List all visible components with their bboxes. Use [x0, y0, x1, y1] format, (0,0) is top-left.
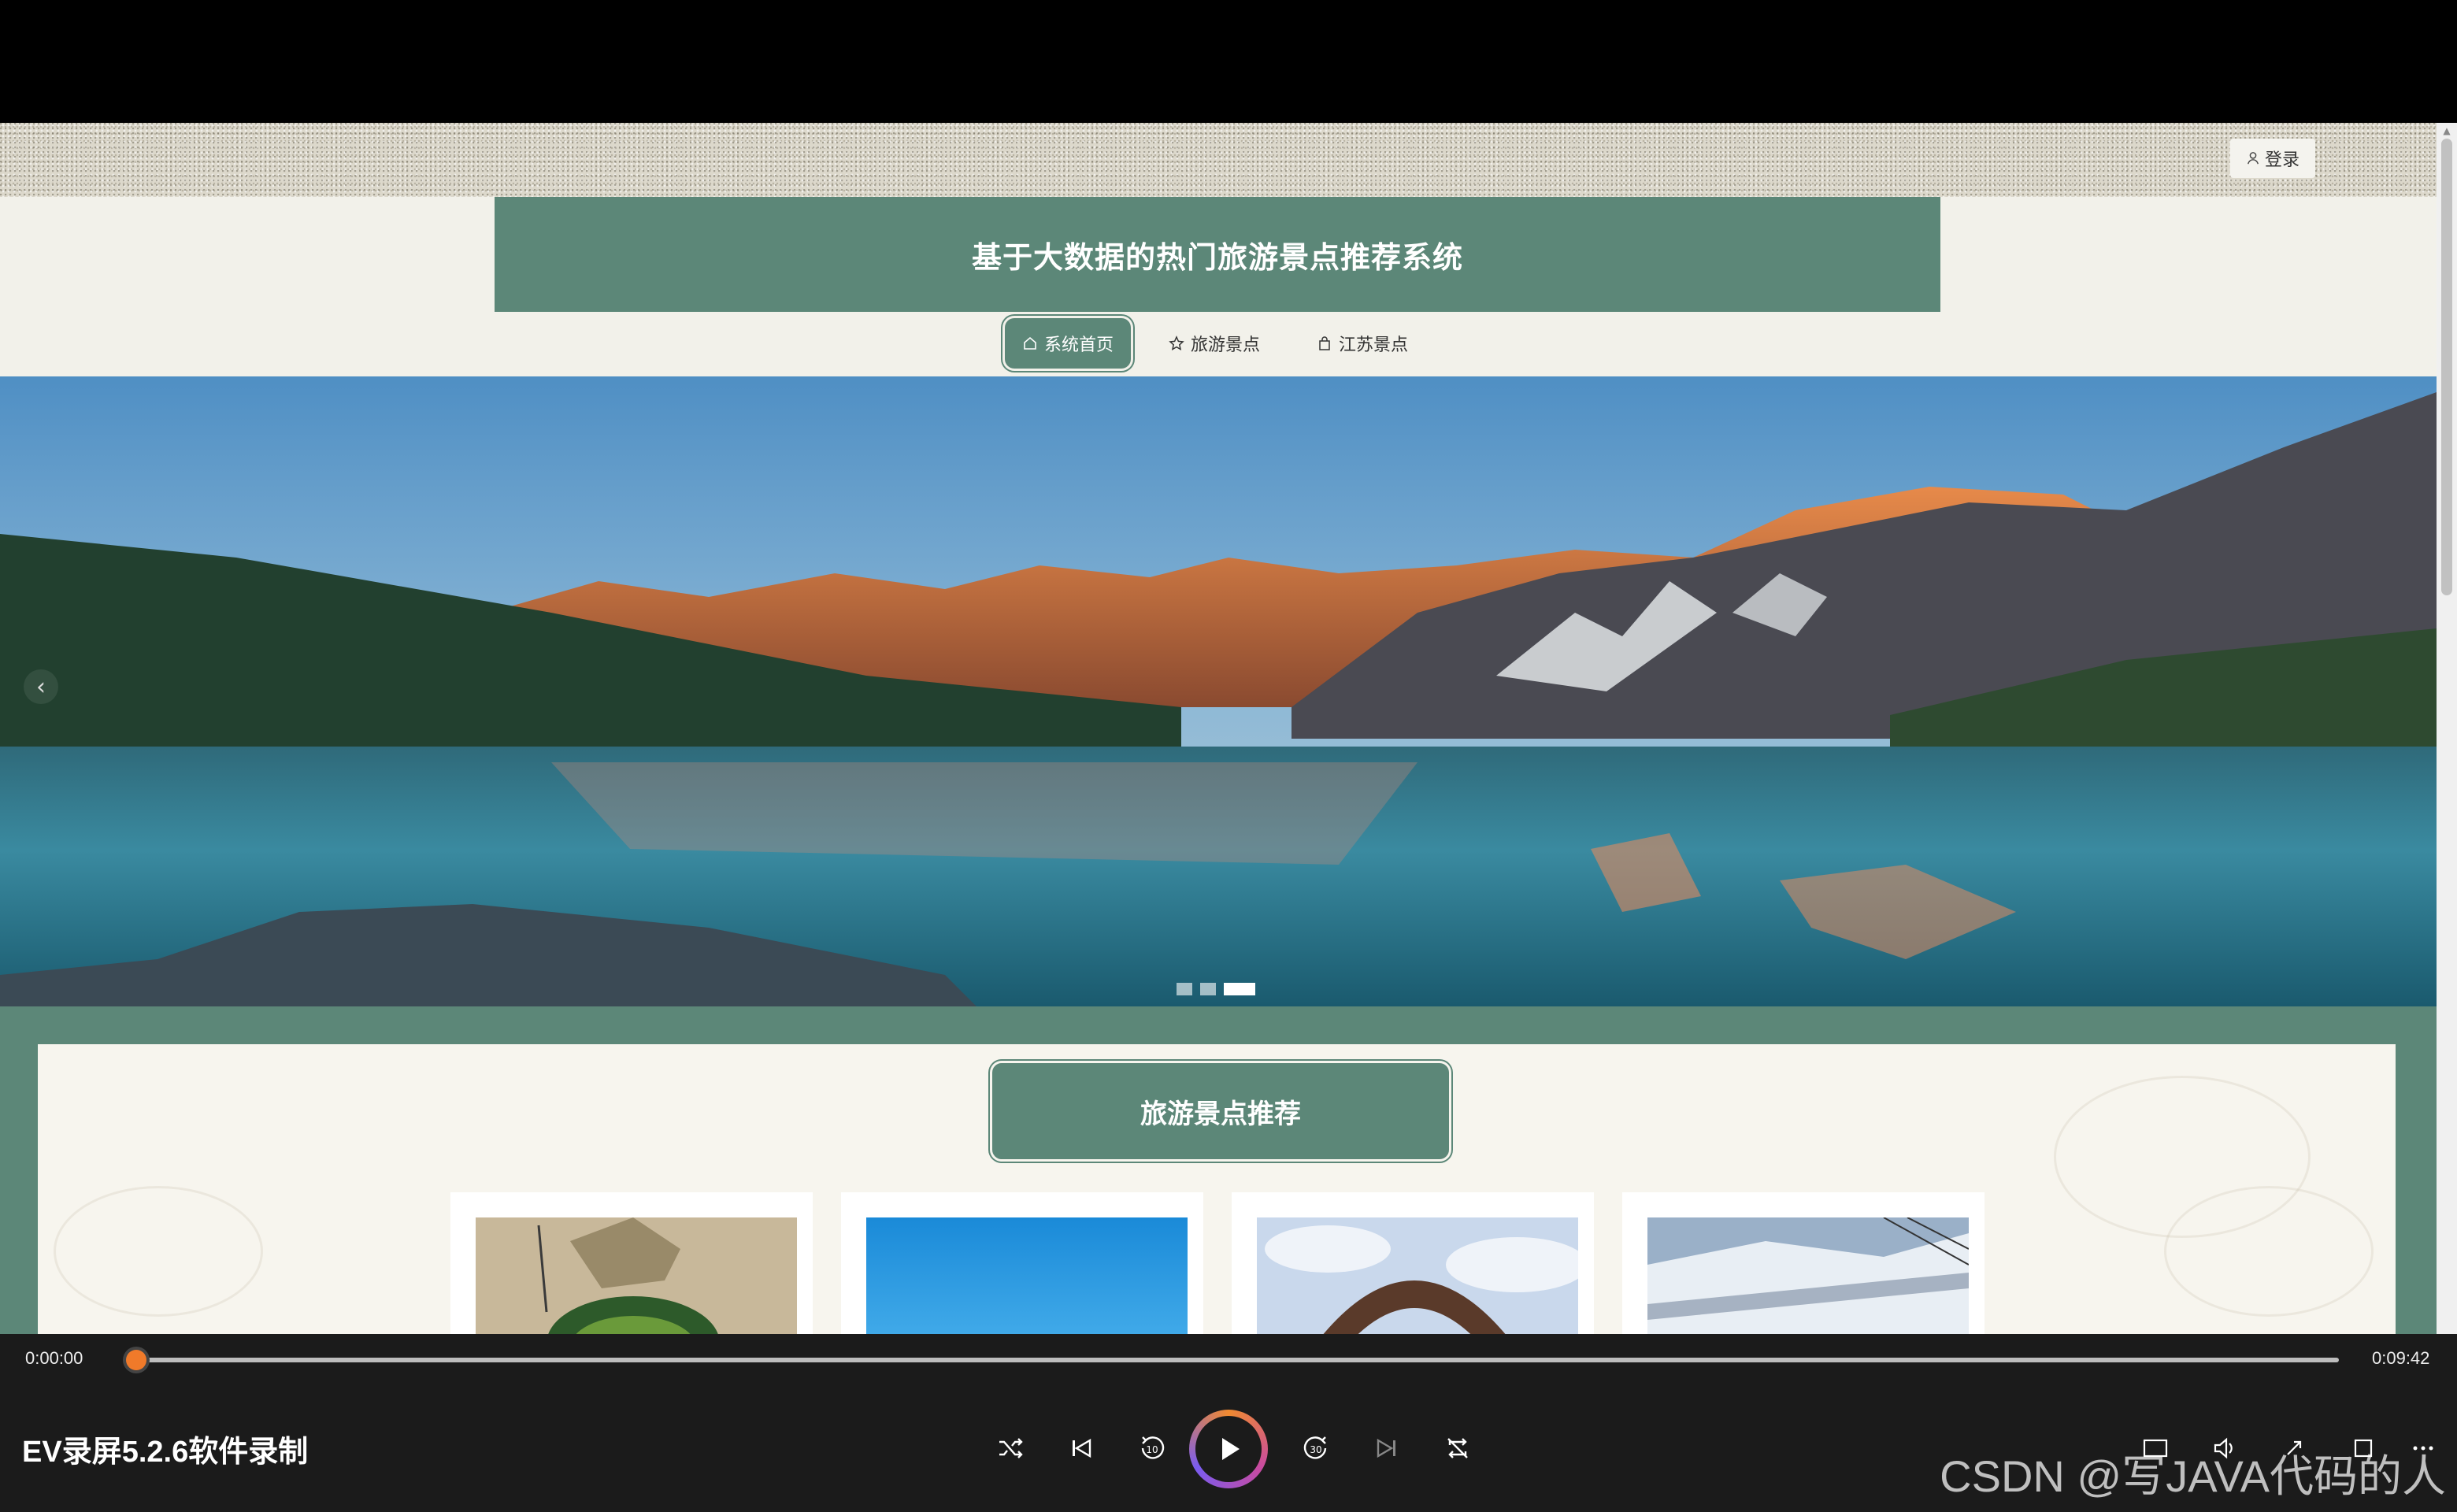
video-player-controls: 0:00:00 0:09:42 EV录屏5.2.6软件录制 10 30 CSDN…	[0, 1334, 2457, 1512]
svg-text:10: 10	[1146, 1444, 1158, 1455]
next-button[interactable]	[1367, 1429, 1406, 1468]
progress-knob[interactable]	[126, 1350, 146, 1370]
attraction-cards	[450, 1192, 1984, 1334]
rewind-10-button[interactable]: 10	[1132, 1429, 1172, 1468]
play-button[interactable]	[1189, 1410, 1268, 1488]
previous-button[interactable]	[1062, 1429, 1101, 1468]
recommendation-title: 旅游景点推荐	[992, 1063, 1449, 1159]
recorder-label: EV录屏5.2.6软件录制	[22, 1436, 309, 1469]
attraction-card[interactable]	[1622, 1192, 1984, 1334]
nav-item-jiangsu[interactable]: 江苏景点	[1317, 317, 1408, 370]
home-icon	[1024, 336, 1036, 350]
skip-previous-icon	[1073, 1438, 1091, 1458]
vertical-scrollbar[interactable]: ▲	[2437, 123, 2457, 1334]
shuffle-button[interactable]	[991, 1429, 1030, 1468]
star-icon	[1169, 335, 1184, 350]
window-top-bar	[0, 0, 2457, 123]
attraction-image	[866, 1217, 1188, 1334]
attraction-image	[1257, 1217, 1578, 1334]
rewind-10-icon: 10	[1141, 1436, 1165, 1459]
carousel-dots	[1177, 983, 1255, 995]
shuffle-icon	[999, 1438, 1023, 1458]
website-viewport: 登录 基于大数据的热门旅游景点推荐系统 系统首页 旅游景点 江苏景点 ‹ 旅游景…	[0, 123, 2457, 1334]
login-label: 登录	[2264, 150, 2300, 169]
bag-icon	[1319, 336, 1330, 350]
carousel-dot-active[interactable]	[1224, 983, 1255, 995]
attraction-image	[476, 1217, 797, 1334]
nav-item-label: 系统首页	[1044, 335, 1114, 354]
login-button[interactable]: 登录	[2230, 139, 2315, 178]
site-title-banner: 基于大数据的热门旅游景点推荐系统	[495, 197, 1940, 312]
play-button-inner	[1195, 1416, 1262, 1482]
attraction-card[interactable]	[1232, 1192, 1594, 1334]
textured-header-bar: 登录	[0, 123, 2457, 197]
recommendation-title-text: 旅游景点推荐	[1140, 1099, 1301, 1129]
attraction-card[interactable]	[841, 1192, 1203, 1334]
repeat-off-button[interactable]	[1438, 1429, 1477, 1468]
csdn-watermark: CSDN @写JAVA代码的人	[1940, 1451, 2446, 1501]
forward-30-icon: 30	[1303, 1436, 1327, 1459]
hero-carousel[interactable]: ‹	[0, 376, 2437, 1006]
nav-item-attractions[interactable]: 旅游景点	[1169, 317, 1260, 370]
recommendation-section: 旅游景点推荐	[0, 1006, 2437, 1334]
recommendation-panel: 旅游景点推荐	[38, 1044, 2396, 1334]
attraction-image	[1647, 1217, 1969, 1334]
scrollbar-thumb[interactable]	[2441, 139, 2452, 595]
user-icon	[2247, 152, 2259, 165]
nav-item-label: 旅游景点	[1191, 335, 1261, 354]
play-icon	[1222, 1438, 1240, 1460]
hero-landscape-image	[0, 376, 2437, 1006]
carousel-dot[interactable]	[1200, 983, 1216, 995]
cloud-decoration	[54, 1186, 263, 1317]
attraction-card[interactable]	[450, 1192, 813, 1334]
repeat-off-icon	[1447, 1438, 1468, 1458]
main-nav: 系统首页 旅游景点 江苏景点	[0, 313, 2457, 378]
carousel-prev-button[interactable]: ‹	[24, 669, 58, 704]
svg-text:30: 30	[1310, 1444, 1321, 1455]
progress-bar[interactable]	[134, 1358, 2339, 1362]
forward-30-button[interactable]: 30	[1296, 1429, 1336, 1468]
site-title: 基于大数据的热门旅游景点推荐系统	[971, 241, 1463, 275]
carousel-dot[interactable]	[1177, 983, 1192, 995]
skip-next-icon	[1377, 1438, 1395, 1458]
nav-item-home[interactable]: 系统首页	[1005, 318, 1132, 369]
cloud-decoration	[2164, 1186, 2374, 1317]
nav-item-label: 江苏景点	[1339, 335, 1409, 354]
duration: 0:09:42	[2372, 1348, 2430, 1368]
scroll-up-arrow-icon[interactable]: ▲	[2441, 126, 2452, 135]
current-time: 0:00:00	[25, 1348, 83, 1368]
